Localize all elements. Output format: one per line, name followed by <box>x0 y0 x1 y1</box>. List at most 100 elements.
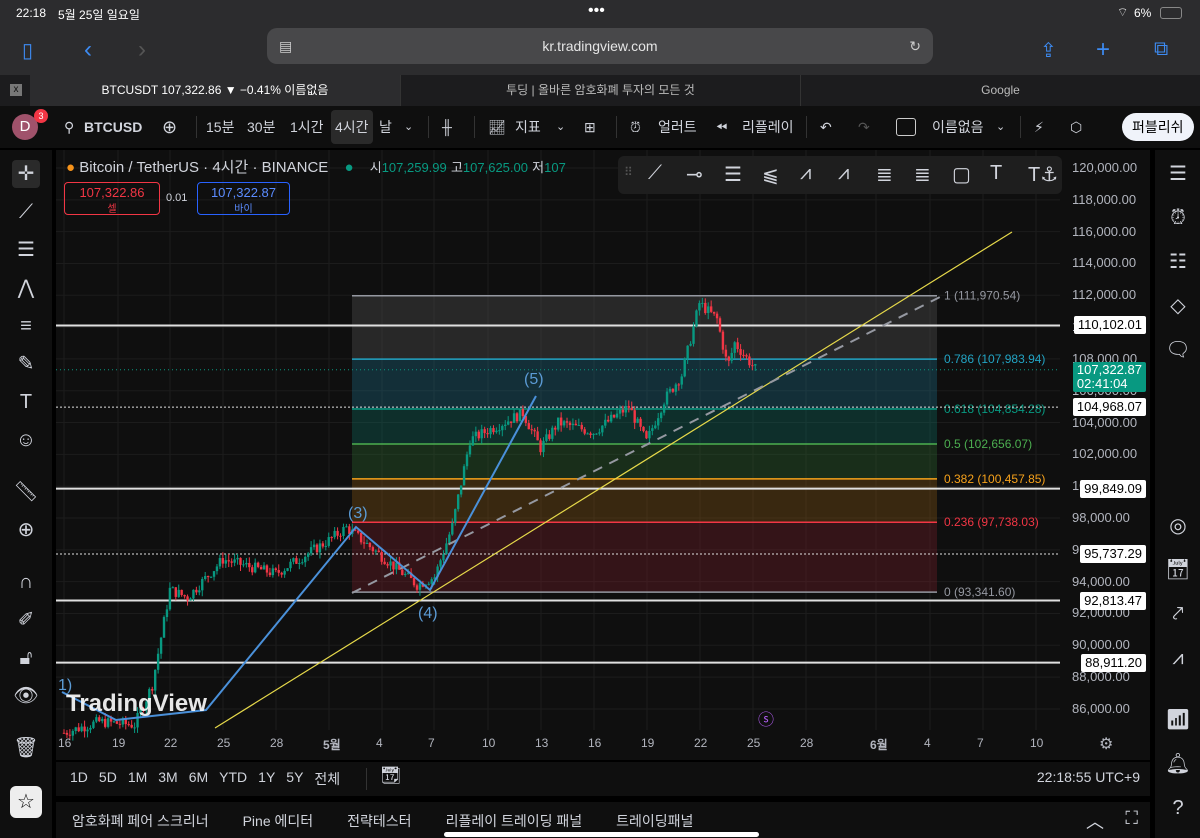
ruler-icon[interactable]: 📏︎ <box>12 478 40 506</box>
broadcast-icon[interactable]: 📶︎ <box>1164 706 1192 734</box>
rectangle-icon[interactable]: ▢ <box>952 162 971 187</box>
save-layout-icon[interactable] <box>896 118 916 136</box>
elliott-impulse-icon[interactable]: ⩘ <box>800 162 811 185</box>
share-icon[interactable]: ⇪ <box>1040 38 1057 63</box>
tab-crypto-screener[interactable]: 암호화폐 페어 스크리너 <box>72 811 209 831</box>
object-tree-icon[interactable]: ☷ <box>1164 248 1192 276</box>
back-icon[interactable]: ‹ <box>84 36 92 64</box>
event-lightning-icon[interactable]: ⓢ <box>758 706 774 730</box>
compare-add-icon[interactable]: ⊕ <box>162 116 177 138</box>
range-6m[interactable]: 6M <box>189 769 208 789</box>
eye-icon[interactable]: 👁︎ <box>12 682 40 710</box>
maximize-panel-icon[interactable]: ⛶ <box>1125 808 1138 829</box>
tab-replay-trading[interactable]: 리플레이 트레이딩 패널 <box>446 811 583 831</box>
interval-1h[interactable]: 1시간 <box>290 116 324 138</box>
text-icon[interactable]: T <box>990 162 1002 185</box>
undo-icon[interactable]: ↶ <box>820 116 832 138</box>
emoji-icon[interactable]: ☺ <box>12 426 40 454</box>
indicators-button[interactable]: 지표 <box>515 116 541 138</box>
symbol-title[interactable]: Bitcoin / TetherUS · 4시간 · BINANCE <box>79 159 328 176</box>
zoom-in-icon[interactable]: ⊕ <box>12 516 40 544</box>
interval-4h[interactable]: 4시간 <box>331 110 373 144</box>
forecast-icon[interactable]: ≡ <box>12 312 40 340</box>
tab-pine-editor[interactable]: Pine 에디터 <box>243 811 314 831</box>
lock-drawing-icon[interactable]: ✐ <box>12 606 40 634</box>
tab-google[interactable]: Google <box>800 75 1200 106</box>
range-1m[interactable]: 1M <box>128 769 147 789</box>
range-1y[interactable]: 1Y <box>258 769 275 789</box>
interval-30m[interactable]: 30분 <box>247 116 275 138</box>
anchored-text-icon[interactable]: T⚓︎ <box>1028 162 1058 187</box>
layout-dropdown-icon[interactable]: ⌄ <box>996 116 1005 138</box>
tab-tooding[interactable]: 투딩 | 올바른 암호화폐 투자의 모든 것 <box>400 75 800 106</box>
replay-button[interactable]: 리플레이 <box>742 116 794 138</box>
candle-type-icon[interactable]: ╫ <box>442 116 452 138</box>
trash-icon[interactable]: 🗑︎ <box>12 734 40 762</box>
interval-15m[interactable]: 15분 <box>206 116 234 138</box>
layouts-icon[interactable]: ⊞ <box>584 116 596 138</box>
target-icon[interactable]: ◎ <box>1164 512 1192 540</box>
elliott-correction-icon[interactable]: ⩘ <box>838 162 849 185</box>
symbol-search[interactable]: BTCUSD <box>84 116 142 138</box>
range-5d[interactable]: 5D <box>99 769 117 789</box>
fib-extension-icon[interactable]: ≣ <box>914 162 931 187</box>
reload-icon[interactable]: ↻ <box>909 28 921 64</box>
alert-button[interactable]: 얼러트 <box>658 116 697 138</box>
interval-day[interactable]: 날 <box>379 116 392 138</box>
layers-icon[interactable]: ◇ <box>1164 292 1192 320</box>
drag-handle-icon[interactable]: ⠿ <box>624 165 633 179</box>
lock-icon[interactable]: 🔓︎ <box>12 644 40 672</box>
range-ytd[interactable]: YTD <box>219 769 247 789</box>
notifications-bell-icon[interactable]: 🔔︎ <box>1164 750 1192 778</box>
chart-canvas[interactable]: 1 (111,970.54) 0.786 (107,983.94) 0.618 (1… <box>56 150 1150 760</box>
tab-strategy-tester[interactable]: 전략테스터 <box>347 811 411 831</box>
redo-icon[interactable]: ↷ <box>858 116 870 138</box>
favorites-star-icon[interactable]: ☆ <box>10 786 42 818</box>
tab-tradingview[interactable]: BTCUSDT 107,322.86 ▼ −0.41% 이름없음 <box>30 75 400 106</box>
reader-icon[interactable]: ▤ <box>279 28 292 64</box>
expand-panel-icon[interactable]: ︿ <box>1086 808 1104 834</box>
quick-search-icon[interactable]: ⚡︎ <box>1034 116 1044 138</box>
trendline-tool-icon[interactable]: ⟋ <box>648 162 662 185</box>
settings-icon[interactable]: ⬡ <box>1070 116 1082 138</box>
sidebar-icon[interactable]: ▯ <box>22 38 33 63</box>
horizontal-ray-icon[interactable]: ⊸ <box>686 162 703 187</box>
parallel-channel-icon[interactable]: ☰ <box>724 162 742 187</box>
fib-tool-icon[interactable]: ☰ <box>12 236 40 264</box>
alert-icon[interactable]: ⏰︎ <box>630 116 641 138</box>
buy-button[interactable]: 107,322.87 바이 <box>197 182 290 215</box>
new-tab-icon[interactable]: + <box>1096 36 1110 64</box>
help-icon[interactable]: ? <box>1164 794 1192 822</box>
layout-name[interactable]: 이름없음 <box>932 116 984 138</box>
range-1d[interactable]: 1D <box>70 769 88 789</box>
trendline-icon[interactable]: ⟋ <box>12 198 40 226</box>
calendar-icon[interactable]: 📅︎ <box>1164 556 1192 584</box>
range-5y[interactable]: 5Y <box>286 769 303 789</box>
alerts-clock-icon[interactable]: ⏰︎ <box>1164 204 1192 232</box>
chat-icon[interactable]: 🗨︎ <box>1164 336 1192 364</box>
brush-icon[interactable]: ✎ <box>12 350 40 378</box>
goto-date-icon[interactable]: 📆︎ <box>380 766 402 786</box>
crosshair-icon[interactable]: ✛ <box>12 160 40 188</box>
streams-icon[interactable]: ⩘ <box>1164 644 1192 672</box>
indicators-dropdown-icon[interactable]: ⌄ <box>556 116 565 138</box>
multitask-dots-icon[interactable]: ••• <box>588 2 605 20</box>
text-tool-icon[interactable]: T <box>12 388 40 416</box>
search-icon[interactable]: ⚲ <box>64 116 74 138</box>
axis-settings-icon[interactable]: ⚙︎ <box>1099 734 1113 754</box>
indicators-icon[interactable]: 📈︎ <box>488 116 506 138</box>
close-tab-icon[interactable]: x <box>10 84 22 96</box>
replay-icon[interactable]: ⏪︎ <box>716 116 727 138</box>
magnet-icon[interactable]: ∩ <box>12 568 40 596</box>
ideas-icon[interactable]: ⤤ <box>1164 600 1192 628</box>
publish-button[interactable]: 퍼블리쉬 <box>1122 113 1194 141</box>
pitchfork-icon[interactable]: ⫹ <box>762 162 779 187</box>
chart-area[interactable]: 1 (111,970.54) 0.786 (107,983.94) 0.618 (1… <box>56 150 1150 760</box>
tabs-overview-icon[interactable]: ⧉ <box>1154 38 1168 61</box>
fib-retracement-icon[interactable]: ≣ <box>876 162 893 187</box>
tab-trading-panel[interactable]: 트레이딩패널 <box>616 811 693 831</box>
interval-dropdown-icon[interactable]: ⌄ <box>404 116 413 138</box>
range-3m[interactable]: 3M <box>158 769 177 789</box>
pattern-icon[interactable]: ⋀ <box>12 274 40 302</box>
clock-timezone[interactable]: 22:18:55 UTC+9 <box>1037 769 1140 785</box>
